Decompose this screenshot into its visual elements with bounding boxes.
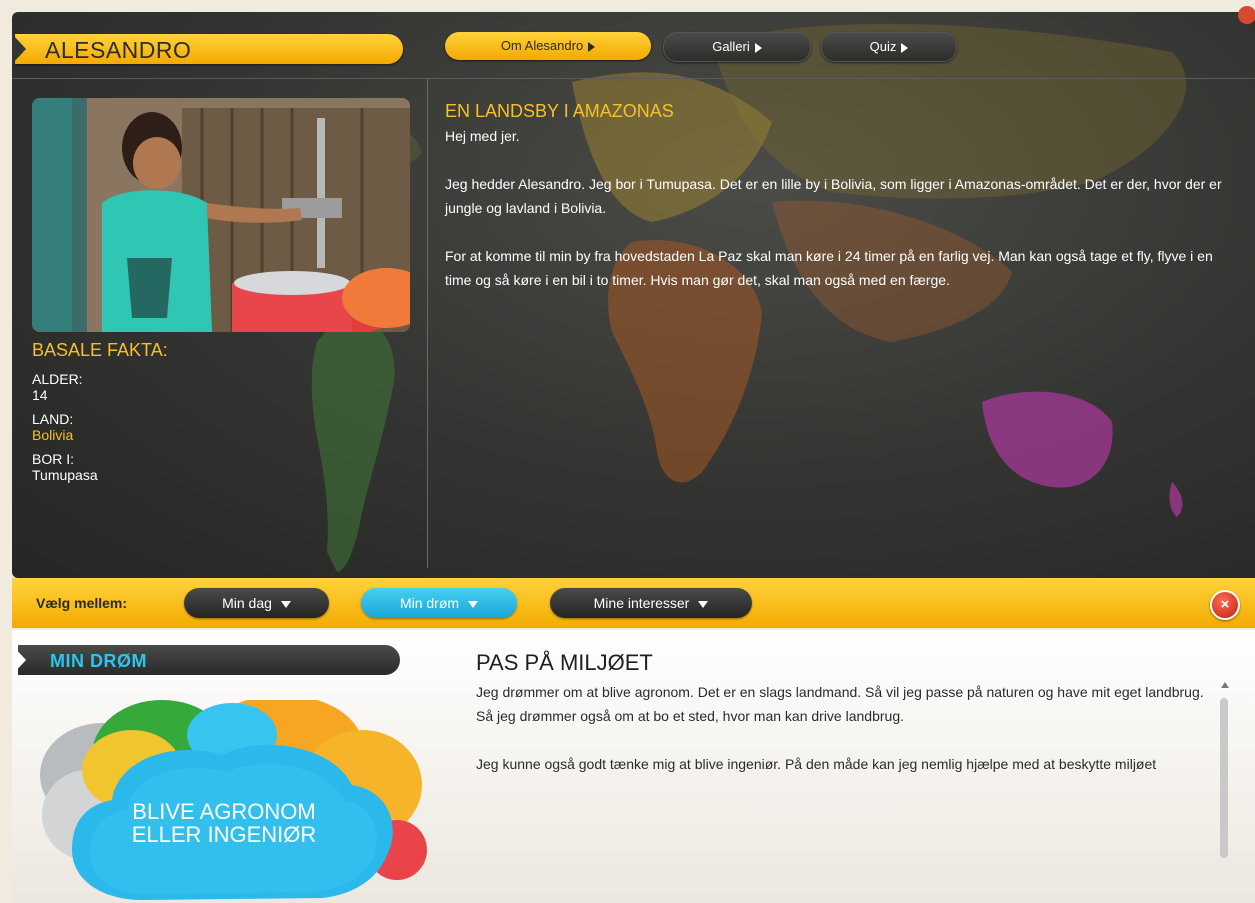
option-label: Mine interesser (593, 595, 690, 611)
dream-panel: MIN DRØM BLIVE AGRONOM ELLER INGENIØR PA… (12, 630, 1255, 903)
dream-paragraph: Jeg drømmer om at blive agronom. Det er … (476, 684, 1204, 724)
cloud-line: BLIVE AGRONOM (132, 799, 316, 824)
story-text: EN LANDSBY I AMAZONAS Hej med jer. Jeg h… (445, 100, 1235, 316)
tab-quiz[interactable]: Quiz (821, 32, 957, 62)
dream-title: PAS PÅ MILJØET (476, 650, 653, 675)
option-min-drom[interactable]: Min drøm (361, 588, 517, 618)
dream-cloud-text: BLIVE AGRONOM ELLER INGENIØR (74, 800, 374, 846)
chevron-down-icon (468, 600, 479, 608)
chevron-down-icon (280, 600, 291, 608)
facts-heading: BASALE FAKTA: (32, 340, 168, 360)
close-icon: × (1220, 596, 1230, 613)
scroll-up-icon[interactable] (1221, 682, 1229, 688)
lives-label: BOR I: (32, 451, 75, 467)
option-label: Min drøm (399, 595, 460, 611)
profile-photo (32, 98, 410, 332)
profile-name: ALESANDRO (45, 37, 192, 63)
age-label: ALDER: (32, 371, 83, 387)
header-divider (12, 78, 1255, 79)
app-window: ALESANDRO Om Alesandro Galleri Quiz BASA… (0, 0, 1255, 903)
country-value: Bolivia (32, 427, 74, 443)
option-min-dag[interactable]: Min dag (184, 588, 329, 618)
tab-label: Quiz (869, 39, 897, 54)
dream-paragraph: Jeg kunne også godt tænke mig at blive i… (476, 756, 1157, 772)
dream-text: PAS PÅ MILJØET Jeg drømmer om at blive a… (476, 650, 1216, 800)
cloud-line: ELLER INGENIØR (131, 822, 317, 847)
section-selector-bar: Vælg mellem: Min dag Min drøm Mine inter… (12, 578, 1255, 628)
dream-scrollbar[interactable] (1218, 682, 1232, 892)
scroll-thumb[interactable] (1220, 698, 1228, 858)
chevron-down-icon (698, 600, 709, 608)
profile-panel: ALESANDRO Om Alesandro Galleri Quiz BASA… (12, 12, 1255, 578)
lives-value: Tumupasa (32, 467, 98, 483)
basic-facts: BASALE FAKTA: ALDER: 14 LAND: Bolivia BO… (32, 340, 412, 491)
story-paragraph: Jeg hedder Alesandro. Jeg bor i Tumupasa… (445, 176, 1222, 216)
tab-label: Om Alesandro (500, 38, 584, 53)
country-label: LAND: (32, 411, 74, 427)
play-arrow-icon (901, 42, 909, 53)
column-divider (427, 78, 428, 568)
selector-label: Vælg mellem: (36, 595, 128, 611)
dream-section-title: MIN DRØM (50, 651, 147, 671)
close-button[interactable]: × (1210, 590, 1240, 620)
tab-label: Galleri (712, 39, 750, 54)
age-value: 14 (32, 387, 48, 403)
tab-galleri[interactable]: Galleri (663, 32, 811, 62)
option-mine-interesser[interactable]: Mine interesser (550, 588, 752, 618)
dream-section-banner: MIN DRØM (12, 645, 400, 675)
play-arrow-icon (754, 42, 762, 53)
option-label: Min dag (222, 595, 272, 611)
corner-indicator (1238, 6, 1255, 24)
story-paragraph: For at komme til min by fra hovedstaden … (445, 248, 1213, 288)
play-arrow-icon (588, 41, 596, 52)
story-title: EN LANDSBY I AMAZONAS (445, 101, 674, 121)
tab-om-alesandro[interactable]: Om Alesandro (445, 32, 651, 60)
profile-name-banner: ALESANDRO (12, 34, 403, 64)
story-paragraph: Hej med jer. (445, 128, 520, 144)
